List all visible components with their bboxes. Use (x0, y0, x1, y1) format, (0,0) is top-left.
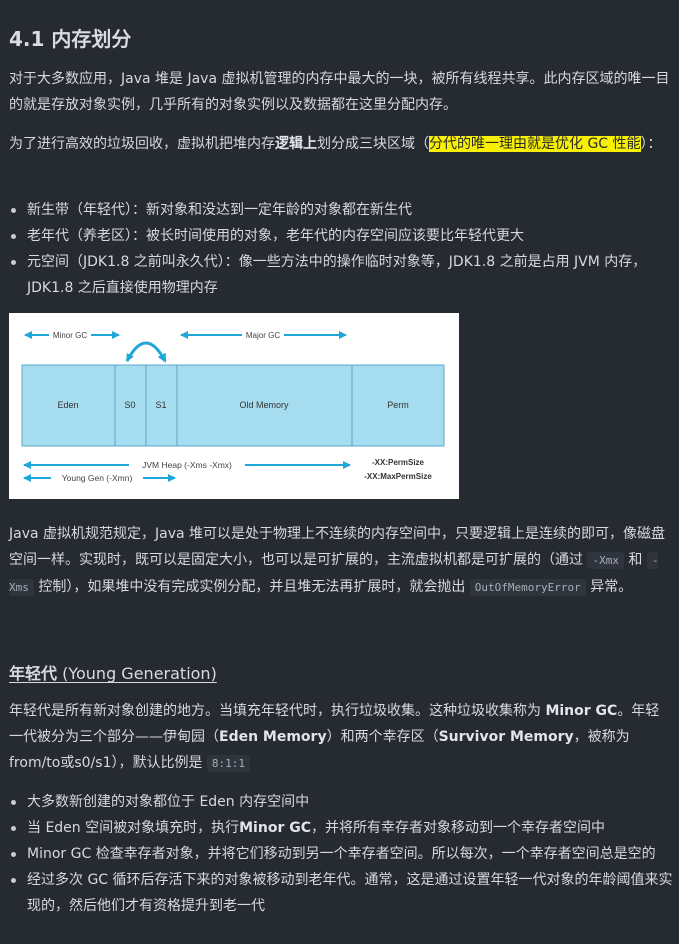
ratio-code: 8:1:1 (206, 755, 251, 772)
s1-label: S1 (155, 400, 166, 410)
partition-paragraph: 为了进行高效的垃圾回收，虚拟机把堆内存逻辑上划分成三块区域（分代的唯一理由就是优… (9, 136, 662, 152)
highlighted-text: 分代的唯一理由就是优化 GC 性能 (429, 136, 641, 152)
young-gen-list: 大多数新创建的对象都位于 Eden 内存空间中 当 Eden 空间被对象填充时，… (9, 789, 673, 919)
xmx-code: -Xmx (587, 552, 624, 569)
young-generation-heading: 年轻代 (Young Generation) (9, 664, 217, 683)
heap-regions-list: 新生带（年轻代）：新对象和没达到一定年龄的对象都在新生代 老年代（养老区）：被长… (9, 197, 673, 301)
section-heading: 4.1 内存划分 (9, 27, 132, 51)
jvm-heap-label: JVM Heap (-Xms -Xmx) (142, 460, 232, 470)
list-item: 当 Eden 空间被对象填充时，执行Minor GC，并将所有幸存者对象移动到一… (9, 815, 673, 841)
perm-label: Perm (387, 400, 409, 410)
young-gen-label: Young Gen (-Xmn) (62, 473, 133, 483)
major-gc-label: Major GC (246, 331, 280, 340)
memory-boxes (21, 364, 445, 447)
heap-spec-paragraph: Java 虚拟机规范规定，Java 堆可以是处于物理上不连续的内存空间中，只要逻… (9, 526, 666, 596)
heap-memory-diagram: Minor GC Major GC Eden S0 S1 Old Memory … (9, 313, 459, 499)
max-perm-size-label: -XX:MaxPermSize (364, 472, 432, 481)
old-memory-label: Old Memory (239, 400, 289, 410)
intro-paragraph: 对于大多数应用，Java 堆是 Java 虚拟机管理的内存中最大的一块，被所有线… (9, 71, 670, 113)
list-item: Minor GC 检查幸存者对象，并将它们移动到另一个幸存者空间。所以每次，一个… (9, 841, 673, 867)
list-item: 元空间（JDK1.8 之前叫永久代）：像一些方法中的操作临时对象等，JDK1.8… (9, 249, 673, 301)
document-page: 4.1 内存划分 对于大多数应用，Java 堆是 Java 虚拟机管理的内存中最… (0, 0, 679, 944)
young-gen-paragraph: 年轻代是所有新对象创建的地方。当填充年轻代时，执行垃圾收集。这种垃圾收集称为 M… (9, 703, 660, 772)
minor-gc-label: Minor GC (53, 331, 87, 340)
oom-code: OutOfMemoryError (469, 579, 586, 596)
list-item: 经过多次 GC 循环后存活下来的对象被移动到老年代。通常，这是通过设置年轻一代对… (9, 867, 673, 919)
bold-logical: 逻辑上 (275, 136, 317, 152)
list-item: 老年代（养老区）：被长时间使用的对象，老年代的内存空间应该要比年轻代更大 (9, 223, 673, 249)
eden-label: Eden (57, 400, 78, 410)
list-item: 新生带（年轻代）：新对象和没达到一定年龄的对象都在新生代 (9, 197, 673, 223)
perm-size-label: -XX:PermSize (372, 458, 425, 467)
list-item: 大多数新创建的对象都位于 Eden 内存空间中 (9, 789, 673, 815)
s0-label: S0 (124, 400, 135, 410)
survivor-swap-arc (125, 341, 167, 363)
